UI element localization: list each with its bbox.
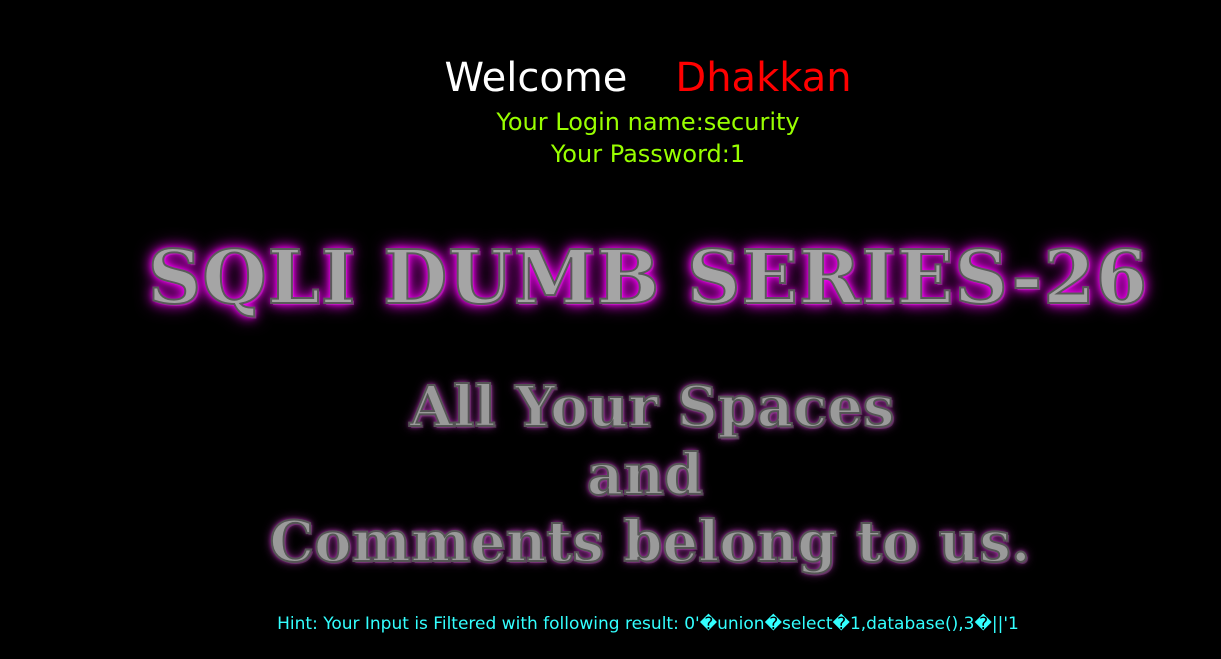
filter-hint-text: Hint: Your Input is Filtered with follow… <box>277 614 1019 634</box>
tagline-line-2: and <box>586 441 704 509</box>
tagline-line-1: All Your Spaces <box>409 373 896 441</box>
login-name-text: Your Login name:security <box>496 108 800 136</box>
welcome-heading: Welcome Dhakkan <box>0 50 1221 106</box>
welcome-user-name: Dhakkan <box>675 55 852 101</box>
series-title-banner: SQLI DUMB SERIES-26 <box>147 235 1149 321</box>
password-text: Your Password:1 <box>550 140 746 168</box>
page-body: { "welcome": { "word": "Welcome", "name"… <box>0 0 1221 659</box>
welcome-word: Welcome <box>444 55 628 101</box>
tagline-line-3: Comments belong to us. <box>269 508 1032 576</box>
